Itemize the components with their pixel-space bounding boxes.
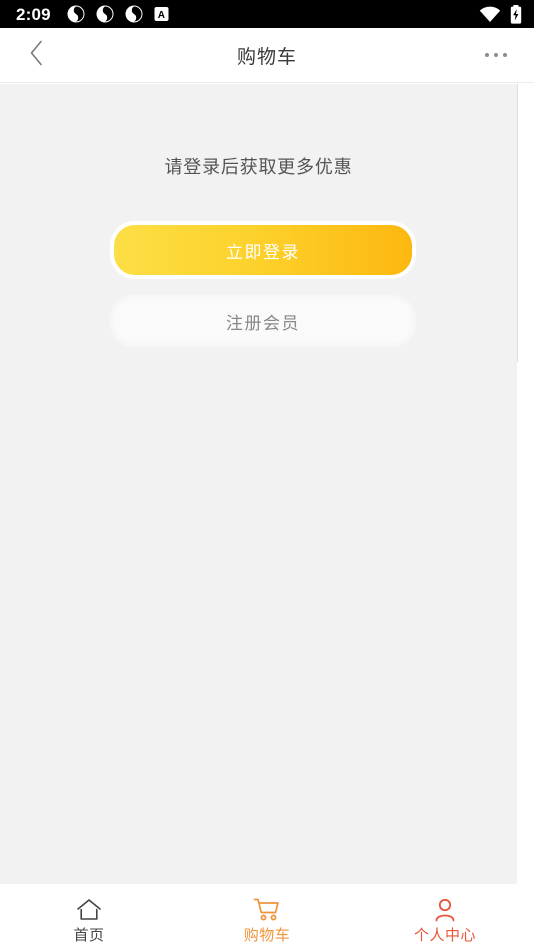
scroll-indicator[interactable] <box>517 84 518 362</box>
svg-text:A: A <box>158 10 165 21</box>
app-badge-icon <box>96 5 114 23</box>
cart-icon <box>253 897 281 923</box>
home-icon <box>76 897 102 923</box>
status-clock: 2:09 <box>16 4 51 24</box>
more-horizontal-icon <box>503 53 507 57</box>
page-title: 购物车 <box>236 46 297 68</box>
more-horizontal-icon <box>494 53 498 57</box>
app-badge-icon <box>125 5 143 23</box>
cart-empty-content: 请登录后获取更多优惠 立即登录 注册会员 <box>0 84 517 884</box>
tab-profile-label: 个人中心 <box>413 927 476 944</box>
wifi-icon <box>479 6 501 23</box>
battery-charging-icon <box>510 4 522 24</box>
tab-cart-label: 购物车 <box>243 927 291 944</box>
login-button[interactable]: 立即登录 <box>110 221 416 279</box>
bottom-tab-bar: 首页 购物车 个人中心 <box>0 890 534 950</box>
tab-home[interactable]: 首页 <box>0 890 178 950</box>
login-prompt-text: 请登录后获取更多优惠 <box>164 157 353 177</box>
more-options-button[interactable] <box>472 28 520 82</box>
status-left-icons: A <box>67 5 169 23</box>
content-right-margin <box>517 84 534 884</box>
register-button[interactable]: 注册会员 <box>110 295 416 347</box>
status-bar: 2:09 A <box>0 0 534 28</box>
tab-home-label: 首页 <box>73 927 105 944</box>
tab-cart[interactable]: 购物车 <box>178 890 356 950</box>
more-horizontal-icon <box>485 53 489 57</box>
phone-screen: 2:09 A 购物车 请登录后获取更多优惠 立即登录 注册会员 首页 购物车 个… <box>0 0 534 950</box>
app-badge-icon <box>67 5 85 23</box>
letter-a-badge-icon: A <box>154 6 169 22</box>
app-header: 购物车 <box>0 28 534 83</box>
tab-profile[interactable]: 个人中心 <box>356 890 534 950</box>
status-right-icons <box>479 4 522 24</box>
person-icon <box>432 897 458 923</box>
